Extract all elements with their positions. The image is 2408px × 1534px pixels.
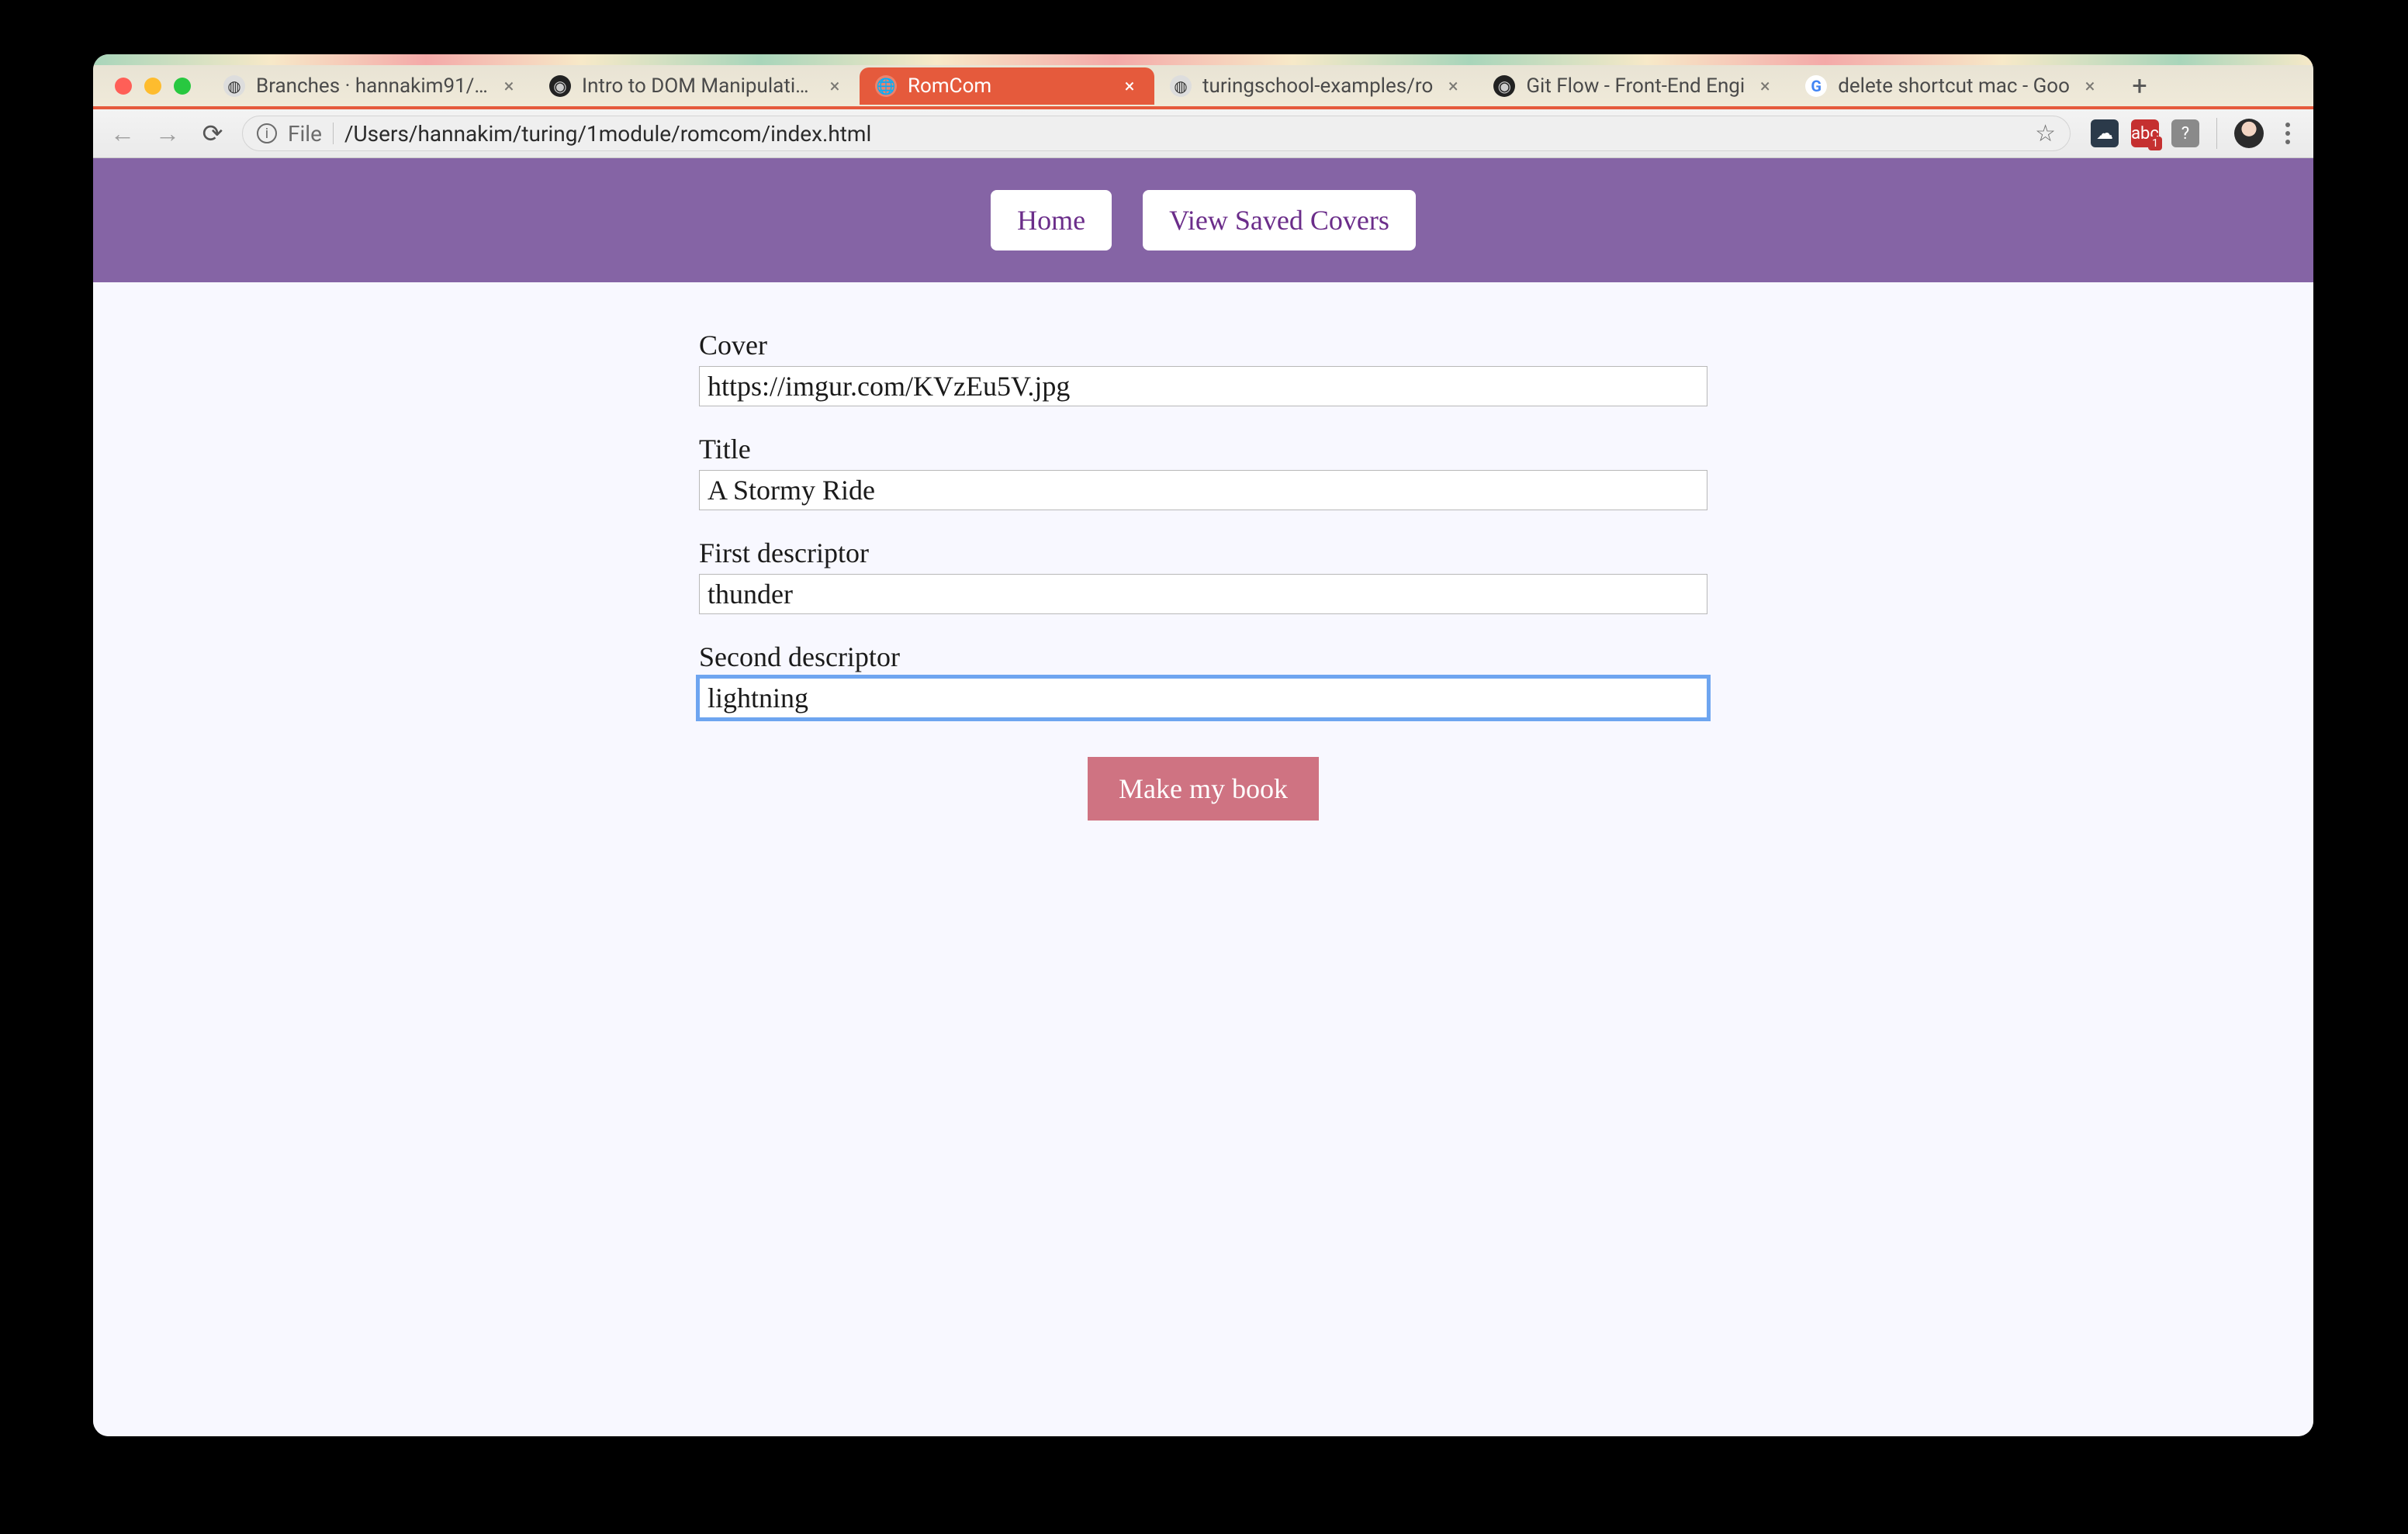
site-info-icon[interactable]: i <box>257 123 277 143</box>
view-saved-covers-button[interactable]: View Saved Covers <box>1143 190 1416 250</box>
field-title: Title <box>699 433 1707 510</box>
desc2-label: Second descriptor <box>699 641 1707 673</box>
close-icon[interactable]: × <box>1120 77 1139 95</box>
close-icon[interactable]: × <box>500 77 518 95</box>
cover-label: Cover <box>699 329 1707 361</box>
new-tab-button[interactable]: + <box>2121 67 2158 105</box>
minimize-window-button[interactable] <box>144 78 161 95</box>
separator <box>333 123 334 144</box>
tab-romcom[interactable]: 🌐 RomCom × <box>860 67 1154 105</box>
bookmark-icon[interactable]: ☆ <box>2035 120 2056 147</box>
submit-row: Make my book <box>699 757 1707 821</box>
field-cover: Cover <box>699 329 1707 406</box>
close-icon[interactable]: × <box>1756 77 1774 95</box>
page-viewport: Home View Saved Covers Cover Title First… <box>93 158 2313 1436</box>
cover-input[interactable] <box>699 366 1707 406</box>
page-header: Home View Saved Covers <box>93 158 2313 282</box>
close-icon[interactable]: × <box>825 77 844 95</box>
tab-label: RomCom <box>908 74 1109 98</box>
tab-branches[interactable]: ◍ Branches · hannakim91/ro × <box>208 67 534 105</box>
back-button[interactable]: ← <box>107 118 138 149</box>
google-icon: G <box>1805 75 1827 97</box>
github-icon: ◍ <box>223 75 245 97</box>
desc2-input[interactable] <box>699 678 1707 718</box>
tab-strip: ◍ Branches · hannakim91/ro × ◉ Intro to … <box>93 65 2313 107</box>
separator <box>2216 118 2217 149</box>
browser-toolbar: ← → ⟳ i File /Users/hannakim/turing/1mod… <box>93 107 2313 158</box>
browser-menu-button[interactable] <box>2276 123 2299 144</box>
desc1-input[interactable] <box>699 574 1707 614</box>
github-icon: ◍ <box>1170 75 1192 97</box>
extension-cloud-icon[interactable]: ☁ <box>2091 119 2119 147</box>
profile-avatar[interactable] <box>2234 119 2264 148</box>
tab-intro-dom[interactable]: ◉ Intro to DOM Manipulation × <box>534 67 860 105</box>
tab-git-flow[interactable]: ◉ Git Flow - Front-End Engi × <box>1478 67 1790 105</box>
extension-dictionary-icon[interactable]: abc 1 <box>2131 119 2159 147</box>
title-input[interactable] <box>699 470 1707 510</box>
address-bar[interactable]: i File /Users/hannakim/turing/1module/ro… <box>242 116 2071 151</box>
globe-icon: 🌐 <box>875 75 897 97</box>
tab-label: delete shortcut mac - Goo <box>1838 74 2070 98</box>
cover-form: Cover Title First descriptor Second desc… <box>668 329 1739 821</box>
desc1-label: First descriptor <box>699 537 1707 569</box>
titlebar-decoration <box>93 54 2313 65</box>
extension-badge: 1 <box>2148 136 2162 150</box>
window-controls <box>101 78 208 95</box>
url-path: /Users/hannakim/turing/1module/romcom/in… <box>344 121 2024 147</box>
tab-turingschool-examples[interactable]: ◍ turingschool-examples/ro × <box>1154 67 1478 105</box>
tab-label: Git Flow - Front-End Engi <box>1526 74 1745 98</box>
tab-label: Branches · hannakim91/ro <box>256 74 489 98</box>
extension-icons: ☁ abc 1 ? <box>2085 118 2299 149</box>
extension-help-icon[interactable]: ? <box>2171 119 2199 147</box>
make-my-book-button[interactable]: Make my book <box>1088 757 1319 821</box>
turing-icon: ◉ <box>549 75 571 97</box>
close-window-button[interactable] <box>115 78 132 95</box>
forward-button[interactable]: → <box>152 118 183 149</box>
url-scheme: File <box>288 121 322 147</box>
maximize-window-button[interactable] <box>174 78 191 95</box>
title-label: Title <box>699 433 1707 465</box>
close-icon[interactable]: × <box>1444 77 1462 95</box>
browser-window: ◍ Branches · hannakim91/ro × ◉ Intro to … <box>93 54 2313 1436</box>
close-icon[interactable]: × <box>2081 77 2099 95</box>
tab-label: Intro to DOM Manipulation <box>582 74 815 98</box>
field-desc1: First descriptor <box>699 537 1707 614</box>
turing-icon: ◉ <box>1493 75 1515 97</box>
tab-delete-shortcut[interactable]: G delete shortcut mac - Goo × <box>1790 67 2115 105</box>
tab-label: turingschool-examples/ro <box>1202 74 1433 98</box>
field-desc2: Second descriptor <box>699 641 1707 718</box>
home-button[interactable]: Home <box>991 190 1112 250</box>
reload-button[interactable]: ⟳ <box>197 118 228 149</box>
